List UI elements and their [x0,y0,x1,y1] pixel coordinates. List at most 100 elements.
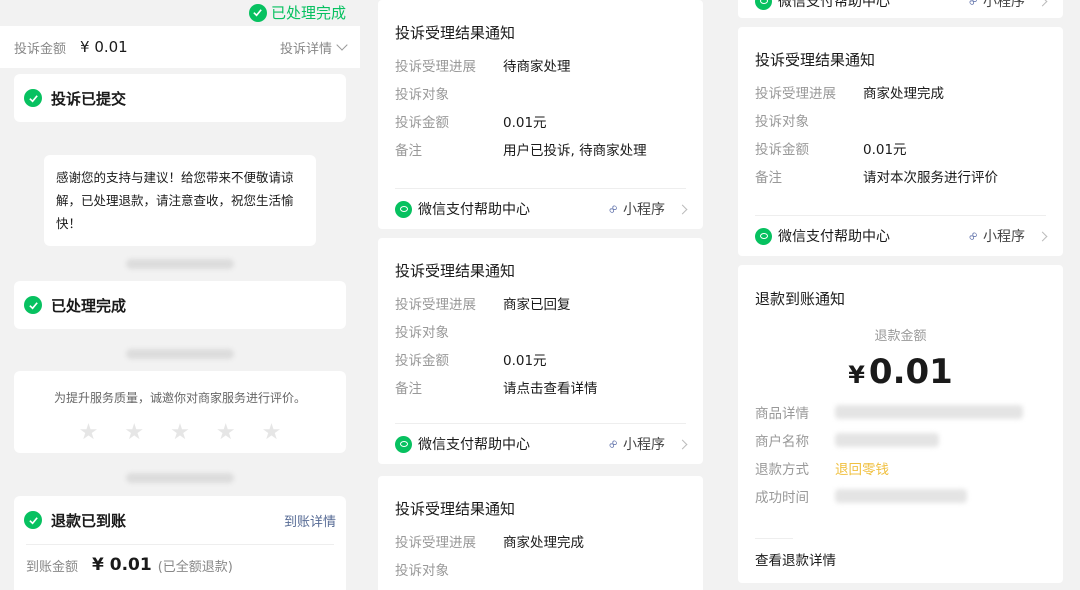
refund-notice-card[interactable]: 退款到账通知 退款金额 ¥0.01 商品详情 商户名称 退款方式 退回零钱 成功时… [738,265,1063,583]
blurred-timestamp [0,468,360,487]
notice-title: 投诉受理结果通知 [755,51,876,69]
currency-symbol: ¥ [848,361,865,389]
notice-footer[interactable]: 微信支付帮助中心 ∞ 小程序 [755,215,1048,256]
rating-card: 为提升服务质量，诚邀你对商家服务进行评价。 ★ ★ ★ ★ ★ [14,371,346,453]
amount-value: 0.01元 [503,115,547,131]
notice-footer[interactable]: 微信支付帮助中心 ∞ 小程序 [395,188,688,229]
merchant-label: 商户名称 [755,434,809,450]
goods-label: 商品详情 [755,406,809,422]
progress-label: 投诉受理进展 [395,535,476,551]
notice-title: 投诉受理结果通知 [395,24,516,42]
chevron-right-icon [677,439,688,449]
refund-arrived-label: 退款已到账 [51,511,127,530]
blurred-time-value [835,489,967,503]
notice-column-middle: 投诉受理结果通知 投诉受理进展 待商家处理 投诉对象 投诉金额 0.01元 备注 用户… [360,0,720,590]
refund-amount-value: 0.01 [868,352,953,392]
link-icon: ∞ [604,199,623,219]
wechat-pay-icon [755,0,772,10]
notice-footer[interactable]: 微信支付帮助中心 ∞ 小程序 [395,423,688,464]
step-card-done: 已处理完成 [14,281,346,329]
mini-program-label: 小程序 [983,229,1025,245]
link-icon: ∞ [604,434,623,454]
star-icon[interactable]: ★ [79,420,99,445]
progress-label: 投诉受理进展 [395,297,476,313]
notice-card[interactable]: 投诉受理结果通知 投诉受理进展 商家处理完成 投诉对象 [378,476,703,590]
complaint-detail-toggle[interactable]: 投诉详情 [279,38,348,57]
star-icon[interactable]: ★ [262,420,282,445]
wechat-pay-icon [395,435,412,453]
check-circle-icon [24,511,42,529]
method-value: 退回零钱 [835,462,889,478]
refund-arrived-card: 退款已到账 到账详情 到账金额 ¥ 0.01 (已全额退款) [14,496,346,590]
wechat-pay-icon [395,200,412,218]
star-icon[interactable]: ★ [170,420,190,445]
refund-amount: ¥0.01 [738,352,1063,398]
complaint-amount-label: 投诉金额 [14,41,67,57]
amount-value: 0.01元 [863,142,907,158]
footer-source: 微信支付帮助中心 [778,229,890,245]
refund-amount-note: (已全额退款) [157,559,233,575]
link-icon: ∞ [964,0,983,11]
complaint-amount-row: 投诉金额 ¥ 0.01 投诉详情 [0,26,360,68]
progress-value: 待商家处理 [503,59,571,75]
complaint-progress-column: 已处理完成 投诉金额 ¥ 0.01 投诉详情 投诉已提交 感谢您的支持与建议！给… [0,0,360,590]
blurred-timestamp [0,344,360,363]
refund-notice-title: 退款到账通知 [755,290,846,308]
notice-title: 投诉受理结果通知 [395,262,516,280]
merchant-message-bubble: 感谢您的支持与建议！给您带来不便敬请谅解，已处理退款，请注意查收，祝您生活愉快！ [44,155,316,246]
notice-footer[interactable]: 微信支付帮助中心 ∞ 小程序 [755,0,1048,18]
view-refund-detail-link[interactable]: 查看退款详情 [755,549,836,569]
complaint-detail-label: 投诉详情 [279,41,332,57]
target-label: 投诉对象 [395,87,449,103]
complaint-amount-value: ¥ 0.01 [80,38,128,56]
method-label: 退款方式 [755,462,809,478]
refund-detail-link[interactable]: 到账详情 [284,511,336,530]
check-circle-icon [248,3,267,22]
remark-value: 用户已投诉, 待商家处理 [503,143,647,159]
amount-label: 投诉金额 [395,115,449,131]
remark-value: 请点击查看详情 [503,381,598,397]
rating-prompt: 为提升服务质量，诚邀你对商家服务进行评价。 [53,391,306,405]
notice-card[interactable]: 投诉受理结果通知 投诉受理进展 待商家处理 投诉对象 投诉金额 0.01元 备注 用户… [378,0,703,229]
check-circle-icon [24,296,42,314]
target-label: 投诉对象 [755,114,809,130]
amount-label: 投诉金额 [395,353,449,369]
refund-amount-label: 到账金额 [26,559,79,575]
wechat-pay-icon [755,227,772,245]
target-label: 投诉对象 [395,563,449,579]
notice-title: 投诉受理结果通知 [395,500,516,518]
progress-value: 商家处理完成 [863,86,944,102]
notice-card[interactable]: 投诉受理结果通知 投诉受理进展 商家已回复 投诉对象 投诉金额 0.01元 备注 请点… [378,238,703,464]
blurred-merchant-value [835,433,939,447]
refund-amount-label: 退款金额 [874,329,927,344]
amount-value: 0.01元 [503,353,547,369]
footer-source: 微信支付帮助中心 [778,0,890,10]
chevron-right-icon [1037,0,1048,6]
step-done-label: 已处理完成 [51,296,127,315]
amount-label: 投诉金额 [755,142,809,158]
chevron-right-icon [1037,231,1048,241]
star-icon[interactable]: ★ [124,420,144,445]
notice-card[interactable]: 投诉受理结果通知 投诉受理进展 商家处理完成 投诉对象 投诉金额 0.01元 备注 请… [738,27,1063,256]
chevron-right-icon [677,204,688,214]
mini-program-label: 小程序 [983,0,1025,10]
footer-source: 微信支付帮助中心 [418,437,530,453]
mini-program-label: 小程序 [623,202,665,218]
refund-amount-value: ¥ 0.01 [92,555,152,575]
mini-program-label: 小程序 [623,437,665,453]
star-rating[interactable]: ★ ★ ★ ★ ★ [14,420,346,445]
divider [755,538,793,539]
remark-value: 请对本次服务进行评价 [863,170,998,186]
target-label: 投诉对象 [395,325,449,341]
step-card-submitted: 投诉已提交 [14,74,346,122]
top-status: 已处理完成 [248,2,346,23]
link-icon: ∞ [964,226,983,246]
notice-card-clipped[interactable]: 微信支付帮助中心 ∞ 小程序 [738,0,1063,18]
remark-label: 备注 [395,143,422,159]
time-label: 成功时间 [755,490,809,506]
star-icon[interactable]: ★ [216,420,236,445]
remark-label: 备注 [395,381,422,397]
top-status-text: 已处理完成 [270,4,346,22]
progress-label: 投诉受理进展 [755,86,836,102]
step-submitted-label: 投诉已提交 [51,89,127,108]
